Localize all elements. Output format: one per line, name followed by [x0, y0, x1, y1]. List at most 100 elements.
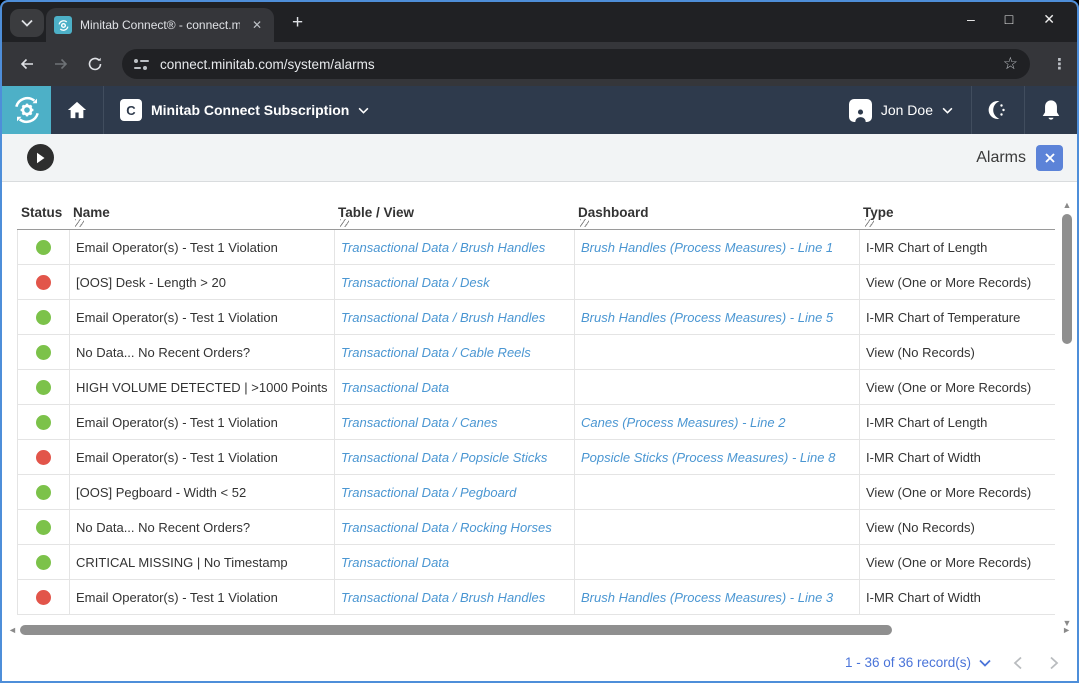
column-header-type[interactable]: Type: [859, 191, 1055, 220]
alarm-name: CRITICAL MISSING | No Timestamp: [70, 545, 335, 579]
previous-page-button[interactable]: [1013, 656, 1023, 670]
alarm-type: I-MR Chart of Width: [860, 440, 1055, 474]
user-menu[interactable]: Jon Doe: [831, 86, 971, 134]
dashboard-link[interactable]: Brush Handles (Process Measures) - Line …: [581, 590, 833, 605]
close-panel-button[interactable]: [1036, 145, 1063, 171]
table-view-link[interactable]: Transactional Data / Popsicle Sticks: [341, 450, 547, 465]
column-header-name[interactable]: Name: [69, 191, 334, 220]
back-arrow-icon: [19, 56, 35, 72]
browser-window: Minitab Connect® - connect.mi ✕ + – □ ✕ …: [0, 0, 1079, 683]
run-button[interactable]: [27, 144, 54, 171]
record-count: 1 - 36 of 36 record(s): [845, 655, 971, 670]
green-status-dot: [36, 520, 51, 535]
table-row[interactable]: Email Operator(s) - Test 1 Violation Tra…: [17, 230, 1055, 265]
green-status-dot: [36, 380, 51, 395]
table-row[interactable]: [OOS] Desk - Length > 20 Transactional D…: [17, 265, 1055, 300]
alarm-name: HIGH VOLUME DETECTED | >1000 Points: [70, 370, 335, 404]
notifications-button[interactable]: [1025, 86, 1077, 134]
red-status-dot: [36, 450, 51, 465]
table-view-link[interactable]: Transactional Data / Cable Reels: [341, 345, 531, 360]
forward-arrow-icon: [53, 56, 69, 72]
column-resize-handle[interactable]: [75, 219, 84, 227]
alarm-name: No Data... No Recent Orders?: [70, 335, 335, 369]
table-row[interactable]: CRITICAL MISSING | No Timestamp Transact…: [17, 545, 1055, 580]
table-view-link[interactable]: Transactional Data: [341, 555, 449, 570]
bookmark-star-icon[interactable]: ☆: [1003, 54, 1018, 74]
column-resize-handle[interactable]: [580, 219, 589, 227]
table-view-link[interactable]: Transactional Data / Rocking Horses: [341, 520, 552, 535]
alarm-name: Email Operator(s) - Test 1 Violation: [70, 580, 335, 614]
alarm-type: I-MR Chart of Temperature: [860, 300, 1055, 334]
play-icon: [35, 152, 46, 164]
table-view-link[interactable]: Transactional Data / Canes: [341, 415, 498, 430]
table-row[interactable]: [OOS] Pegboard - Width < 52 Transactiona…: [17, 475, 1055, 510]
horizontal-scrollbar-thumb[interactable]: [20, 625, 892, 635]
window-maximize-button[interactable]: □: [1005, 12, 1013, 26]
url-text[interactable]: connect.minitab.com/system/alarms: [160, 57, 375, 72]
table-row[interactable]: Email Operator(s) - Test 1 Violation Tra…: [17, 405, 1055, 440]
minitab-connect-logo[interactable]: [2, 86, 51, 134]
reload-button[interactable]: [80, 49, 110, 79]
vertical-scrollbar-thumb[interactable]: [1062, 214, 1072, 344]
home-button[interactable]: [51, 86, 103, 134]
chevron-down-icon: [942, 107, 953, 114]
scroll-up-arrow-icon[interactable]: ▲: [1061, 200, 1073, 210]
window-minimize-button[interactable]: –: [967, 12, 975, 26]
scroll-right-arrow-icon[interactable]: ►: [1062, 625, 1071, 635]
table-row[interactable]: Email Operator(s) - Test 1 Violation Tra…: [17, 300, 1055, 335]
tab-title: Minitab Connect® - connect.mi: [80, 18, 240, 32]
alarm-name: Email Operator(s) - Test 1 Violation: [70, 230, 335, 264]
site-settings-icon[interactable]: [134, 56, 150, 72]
user-avatar-icon: [849, 99, 872, 122]
scroll-left-arrow-icon[interactable]: ◄: [8, 625, 17, 635]
column-resize-handle[interactable]: [865, 219, 874, 227]
vertical-scrollbar[interactable]: ▲ ▼: [1061, 200, 1073, 628]
sync-gear-icon: [11, 94, 43, 126]
org-badge: C: [120, 99, 142, 121]
dashboard-link[interactable]: Brush Handles (Process Measures) - Line …: [581, 310, 833, 325]
night-mode-button[interactable]: [972, 86, 1024, 134]
page-size-dropdown[interactable]: [979, 659, 991, 667]
column-header-table-view[interactable]: Table / View: [334, 191, 574, 220]
table-row[interactable]: Email Operator(s) - Test 1 Violation Tra…: [17, 580, 1055, 615]
red-status-dot: [36, 590, 51, 605]
chevron-down-icon: [21, 19, 33, 27]
table-view-link[interactable]: Transactional Data / Brush Handles: [341, 590, 545, 605]
user-name: Jon Doe: [881, 102, 933, 118]
tab-close-icon[interactable]: ✕: [248, 16, 266, 34]
forward-button[interactable]: [46, 49, 76, 79]
dashboard-link[interactable]: Brush Handles (Process Measures) - Line …: [581, 240, 833, 255]
table-view-link[interactable]: Transactional Data / Desk: [341, 275, 490, 290]
alarm-name: Email Operator(s) - Test 1 Violation: [70, 300, 335, 334]
table-row[interactable]: No Data... No Recent Orders? Transaction…: [17, 510, 1055, 545]
browser-menu-icon[interactable]: ⋮: [1052, 55, 1067, 73]
table-footer: 1 - 36 of 36 record(s): [2, 640, 1077, 683]
browser-tab[interactable]: Minitab Connect® - connect.mi ✕: [46, 8, 274, 42]
new-tab-button[interactable]: +: [284, 12, 311, 34]
table-row[interactable]: No Data... No Recent Orders? Transaction…: [17, 335, 1055, 370]
column-header-dashboard[interactable]: Dashboard: [574, 191, 859, 220]
alarm-type: I-MR Chart of Length: [860, 230, 1055, 264]
column-header-status[interactable]: Status: [17, 191, 69, 220]
alarm-type: View (One or More Records): [860, 265, 1055, 299]
table-row[interactable]: HIGH VOLUME DETECTED | >1000 Points Tran…: [17, 370, 1055, 405]
horizontal-scrollbar[interactable]: ◄ ►: [8, 624, 1059, 636]
column-resize-handle[interactable]: [340, 219, 349, 227]
minitab-connect-favicon: [54, 16, 72, 34]
alarm-name: No Data... No Recent Orders?: [70, 510, 335, 544]
table-view-link[interactable]: Transactional Data / Pegboard: [341, 485, 516, 500]
window-close-button[interactable]: ✕: [1043, 12, 1055, 26]
dashboard-link[interactable]: Canes (Process Measures) - Line 2: [581, 415, 785, 430]
dashboard-link[interactable]: Popsicle Sticks (Process Measures) - Lin…: [581, 450, 835, 465]
tab-search-button[interactable]: [10, 9, 44, 37]
table-view-link[interactable]: Transactional Data / Brush Handles: [341, 310, 545, 325]
next-page-button[interactable]: [1049, 656, 1059, 670]
alarms-table: StatusNameTable / ViewDashboardType Emai…: [2, 182, 1077, 640]
table-row[interactable]: Email Operator(s) - Test 1 Violation Tra…: [17, 440, 1055, 475]
url-bar[interactable]: connect.minitab.com/system/alarms ☆: [122, 49, 1030, 79]
table-view-link[interactable]: Transactional Data: [341, 380, 449, 395]
table-view-link[interactable]: Transactional Data / Brush Handles: [341, 240, 545, 255]
browser-addressbar: connect.minitab.com/system/alarms ☆ ⋮: [2, 42, 1077, 86]
back-button[interactable]: [12, 49, 42, 79]
subscription-selector[interactable]: C Minitab Connect Subscription: [104, 86, 385, 134]
